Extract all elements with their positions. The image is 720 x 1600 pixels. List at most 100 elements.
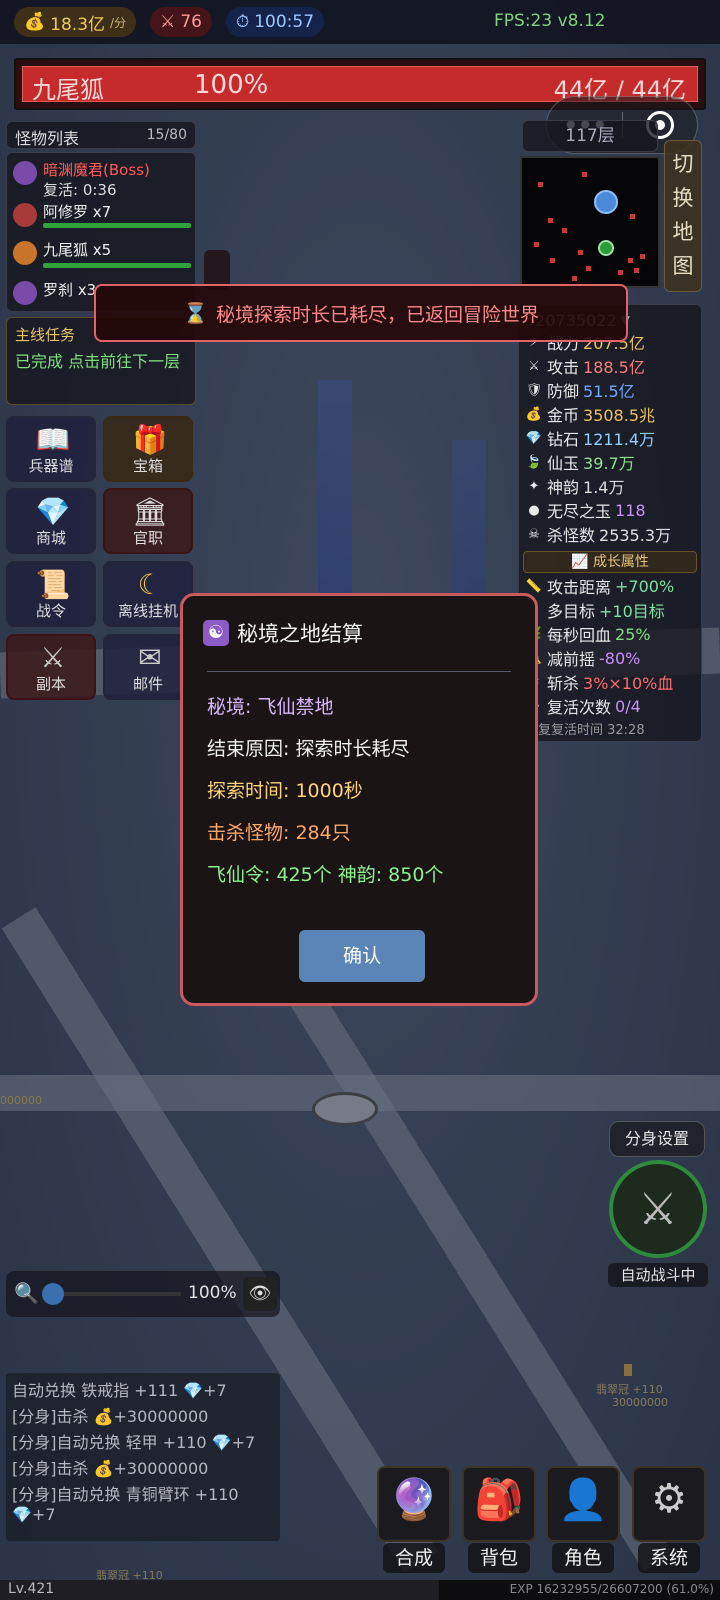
eye-icon[interactable]: 👁 <box>243 1277 277 1311</box>
minimap-monster-dot <box>548 218 553 223</box>
search-icon: 🔍 <box>14 1281 39 1305</box>
auto-battle-label: 自动战斗中 <box>608 1263 708 1287</box>
log-line: 💎+7 <box>12 1505 56 1524</box>
spirit-icon: ✦ <box>528 478 540 494</box>
gem-icon: 💎 <box>525 430 543 446</box>
minimap-monster-dot <box>578 250 583 255</box>
switch-map-char: 换 <box>672 186 694 210</box>
zoom-slider-track[interactable] <box>46 1292 181 1296</box>
menu-weapon-list[interactable]: 📖 兵器谱 <box>6 416 96 482</box>
stat-row: 💎 钻石 1211.4万 <box>525 427 655 449</box>
stat-row: ✕多目标+10目标 <box>525 599 665 621</box>
timer-pill: ⏱ 100:57 <box>225 7 325 37</box>
stat-value: 51.5亿 <box>583 382 635 401</box>
monster-row[interactable]: 阿修罗 x7 <box>13 199 193 237</box>
stat-label: 防御 <box>547 382 580 401</box>
coin-bag-icon: 💰 <box>525 406 543 422</box>
stat-label: 斩杀 <box>547 674 580 693</box>
menu-official-rank[interactable]: 🏛 官职 <box>103 488 193 554</box>
stat-row: ✂斩杀3%×10%血 <box>525 671 674 693</box>
explore-time: 探索时间: 1000秒 <box>207 780 363 802</box>
stat-value: -80% <box>599 648 641 668</box>
backpack-button[interactable]: 🎒 <box>462 1466 536 1542</box>
minimap-portal <box>594 190 618 214</box>
shield-icon: 🛡 <box>525 382 543 398</box>
monster-row[interactable]: 暗渊魔君(Boss) 复活: 0:36 <box>13 157 193 199</box>
monster-row[interactable]: 九尾狐 x5 <box>13 237 193 275</box>
growth-header: 📈 成长属性 <box>523 551 697 573</box>
exp-fill <box>0 1580 440 1600</box>
exp-text: EXP 16232955/26607200 (61.0%) <box>509 1582 714 1596</box>
minimap[interactable] <box>520 156 660 288</box>
log-line: [分身]击杀 💰+30000000 <box>12 1459 209 1478</box>
synthesis-button[interactable]: 🔮 <box>377 1466 451 1542</box>
kill-count: 击杀怪物: 284只 <box>207 822 351 844</box>
system-button[interactable]: ⚙ <box>632 1466 706 1542</box>
zoom-percent: 100% <box>188 1283 237 1303</box>
minimap-monster-dot <box>634 268 639 273</box>
gold-rate-value: 18.3亿 <box>50 14 106 35</box>
log-line: [分身]自动兑换 轻甲 +110 💎+7 <box>12 1433 256 1452</box>
growth-title: 成长属性 <box>592 554 649 570</box>
stat-value: 1211.4万 <box>583 430 656 449</box>
menu-label: 战令 <box>35 602 66 620</box>
stat-label: 金币 <box>547 406 580 425</box>
minimap-monster-dot <box>618 270 623 275</box>
demon-icon <box>13 161 37 185</box>
menu-label: 兵器谱 <box>28 457 74 475</box>
confirm-button[interactable]: 确认 <box>299 930 425 982</box>
monster-list-count: 15/80 <box>146 127 187 143</box>
monster-list-header[interactable]: 怪物列表 15/80 <box>6 121 196 149</box>
zoom-slider-handle[interactable] <box>42 1283 64 1305</box>
menu-dungeon[interactable]: ⚔ 副本 <box>6 634 96 700</box>
log-line: [分身]击杀 💰+30000000 <box>12 1407 209 1426</box>
switch-map-button[interactable]: 切 换 地 图 <box>664 140 702 292</box>
backpack-label[interactable]: 背包 <box>468 1543 530 1573</box>
menu-shop[interactable]: 💎 商城 <box>6 488 96 554</box>
minimap-monster-dot <box>586 266 591 271</box>
monster-name: 罗刹 x3 <box>43 281 97 299</box>
battle-log[interactable]: 自动兑换 铁戒指 +111 💎+7 [分身]击杀 💰+30000000 [分身]… <box>6 1373 280 1541</box>
power-pill: ⚔ 76 <box>150 7 212 37</box>
chart-icon: 📈 <box>571 554 589 570</box>
menu-label: 商城 <box>35 529 66 547</box>
stat-label: 杀怪数 <box>547 526 596 545</box>
character-button[interactable]: 👤 <box>546 1466 620 1542</box>
clone-settings-button[interactable]: 分身设置 <box>609 1121 705 1157</box>
switch-map-char: 地 <box>672 220 694 244</box>
minimap-monster-dot <box>538 182 543 187</box>
stat-row: ✦ 神韵 1.4万 <box>525 475 625 497</box>
stat-value: 39.7万 <box>583 454 635 473</box>
stat-row: 🌿每秒回血25% <box>525 623 651 646</box>
auto-battle-button[interactable]: ⚔ <box>609 1160 707 1258</box>
minimap-monster-dot <box>562 228 567 233</box>
minimap-monster-dot <box>572 276 577 281</box>
system-label[interactable]: 系统 <box>638 1543 700 1573</box>
stat-label: 多目标 <box>547 602 596 621</box>
stat-value: +700% <box>615 576 675 596</box>
dialog-title: ☯ 秘境之地结算 <box>203 618 363 648</box>
stat-row: ☠ 杀怪数 2535.3万 <box>525 523 671 545</box>
revive-time: 恢复复活时间 32:28 <box>525 722 645 738</box>
menu-treasure-chest[interactable]: 🎁 宝箱 <box>103 416 193 482</box>
log-line: 自动兑换 铁戒指 +111 💎+7 <box>12 1381 227 1400</box>
stat-label: 复活次数 <box>547 698 612 717</box>
quest-desc: 已完成 点击前往下一层 <box>15 352 181 371</box>
revive-timer: 复活: 0:36 <box>43 181 117 199</box>
gold-rate-unit: /分 <box>110 15 127 30</box>
status-bar: 💰 18.3亿 /分 ⚔ 76 ⏱ 100:57 FPS:23 v8.12 <box>0 0 720 44</box>
menu-battle-pass[interactable]: 📜 战令 <box>6 561 96 627</box>
dialog-title-text: 秘境之地结算 <box>237 622 363 646</box>
character-label[interactable]: 角色 <box>552 1543 614 1573</box>
boss-hp-percent: 100% <box>194 70 269 100</box>
dialog-divider <box>207 671 511 672</box>
stat-label: 钻石 <box>547 430 580 449</box>
stat-value: 188.5亿 <box>583 358 645 377</box>
power-value: 76 <box>180 12 202 32</box>
synthesis-label[interactable]: 合成 <box>383 1543 445 1573</box>
skull-icon: ☠ <box>528 526 540 542</box>
log-line: [分身]自动兑换 青铜臂环 +110 <box>12 1485 239 1504</box>
stopwatch-icon: ⏱ <box>235 12 250 32</box>
minimap-player <box>598 240 614 256</box>
stat-value: 118 <box>615 500 646 520</box>
